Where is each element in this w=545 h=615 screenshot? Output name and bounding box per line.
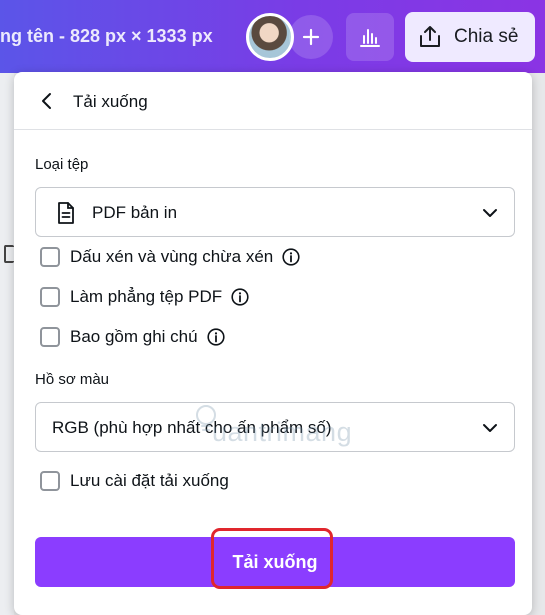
include-notes-option[interactable]: Bao gồm ghi chú [40, 325, 225, 349]
save-settings-option[interactable]: Lưu cài đặt tải xuống [40, 469, 229, 493]
info-icon[interactable] [231, 288, 249, 306]
add-collaborator-button[interactable] [289, 15, 333, 59]
panel-title: Tải xuống [73, 92, 148, 111]
info-icon[interactable] [206, 328, 225, 346]
back-button[interactable] [36, 90, 58, 112]
chevron-down-icon [483, 424, 497, 432]
save-settings-checkbox[interactable] [40, 471, 60, 491]
top-header-bar: ng tên - 828 px × 1333 px Chia sẻ [0, 0, 545, 73]
color-profile-label: Hồ sơ màu [35, 371, 110, 388]
panel-header: Tải xuống [14, 72, 532, 130]
document-title[interactable]: ng tên - 828 px × 1333 px [0, 26, 213, 47]
share-button-label: Chia sẻ [454, 26, 519, 47]
document-icon [58, 202, 74, 224]
share-upload-icon [420, 26, 440, 47]
flatten-pdf-checkbox[interactable] [40, 287, 60, 307]
flatten-pdf-option[interactable]: Làm phẳng tệp PDF [40, 285, 249, 309]
file-type-label: Loại tệp [35, 156, 89, 173]
save-settings-label: Lưu cài đặt tải xuống [70, 471, 229, 490]
user-avatar[interactable] [246, 13, 294, 61]
flatten-pdf-label: Làm phẳng tệp PDF [70, 287, 223, 306]
crop-marks-label: Dấu xén và vùng chừa xén [70, 247, 274, 266]
crop-marks-option[interactable]: Dấu xén và vùng chừa xén [40, 245, 300, 269]
editor-canvas-background [0, 73, 14, 615]
include-notes-label: Bao gồm ghi chú [70, 327, 198, 346]
crop-marks-checkbox[interactable] [40, 247, 60, 267]
share-button[interactable]: Chia sẻ [405, 12, 535, 62]
file-type-select[interactable]: PDF bản in [35, 187, 515, 237]
editor-toolbar-fragment [4, 245, 14, 263]
include-notes-checkbox[interactable] [40, 327, 60, 347]
color-profile-select[interactable]: RGB (phù hợp nhất cho ấn phẩm số) [35, 402, 515, 452]
chevron-left-icon [42, 93, 51, 109]
bar-chart-icon [360, 29, 380, 47]
file-type-value: PDF bản in [92, 203, 178, 222]
info-icon[interactable] [282, 248, 300, 266]
plus-icon [302, 28, 320, 46]
insights-button[interactable] [346, 13, 394, 61]
color-profile-value: RGB (phù hợp nhất cho ấn phẩm số) [52, 418, 332, 437]
highlight-annotation [211, 528, 333, 589]
chevron-down-icon [483, 209, 497, 217]
